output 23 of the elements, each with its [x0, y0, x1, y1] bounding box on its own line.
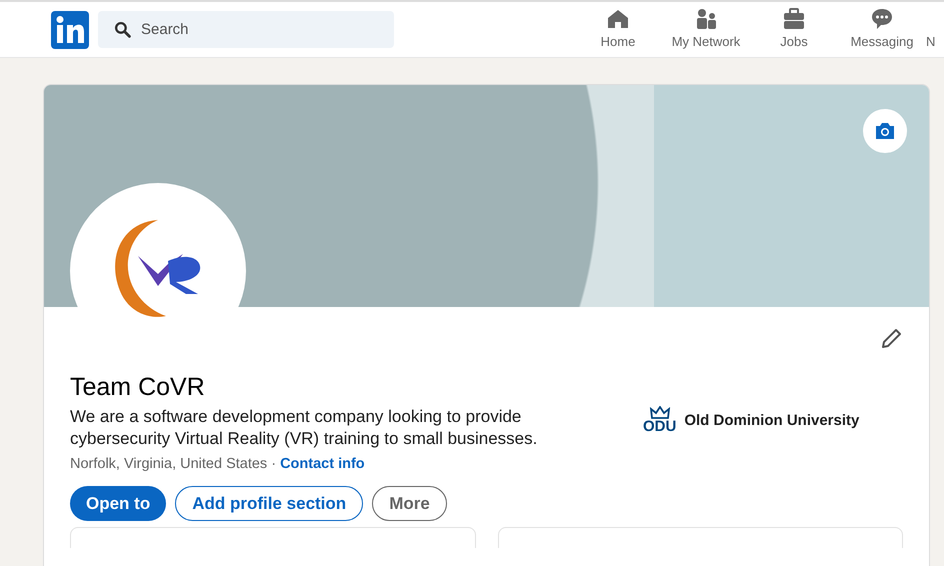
chat-bubble-icon — [870, 7, 894, 31]
nav-item[interactable]: Messaging — [838, 2, 926, 57]
profile-headline: We are a software development company looking to provide cybersecurity Virtual Reality (VR) training to small businesses. — [70, 406, 538, 450]
university-logo: ODU — [643, 406, 676, 434]
add-section-button[interactable]: Add profile section — [175, 486, 364, 521]
search-icon — [114, 21, 131, 38]
profile-name: Team CoVR — [70, 373, 206, 402]
more-button[interactable]: More — [372, 486, 447, 521]
open-to-button[interactable]: Open to — [70, 486, 166, 521]
university-name[interactable]: Old Dominion University — [684, 412, 860, 428]
search-field[interactable]: Search — [139, 20, 383, 39]
briefcase-icon — [782, 7, 806, 31]
nav-item[interactable]: Jobs — [750, 2, 838, 57]
camera-icon[interactable] — [863, 109, 907, 153]
nav-item[interactable]: My Network — [662, 2, 750, 57]
nav-item[interactable]: N — [926, 2, 944, 57]
people-icon — [694, 7, 718, 31]
search-bar[interactable]: Search — [98, 11, 394, 48]
location-text: Norfolk, Virginia, United States · — [70, 456, 276, 472]
logo-icon[interactable] — [51, 10, 89, 48]
house-icon — [606, 7, 630, 31]
contact-info-link[interactable]: Contact info — [280, 456, 365, 472]
nav-item[interactable]: Home — [574, 2, 662, 57]
